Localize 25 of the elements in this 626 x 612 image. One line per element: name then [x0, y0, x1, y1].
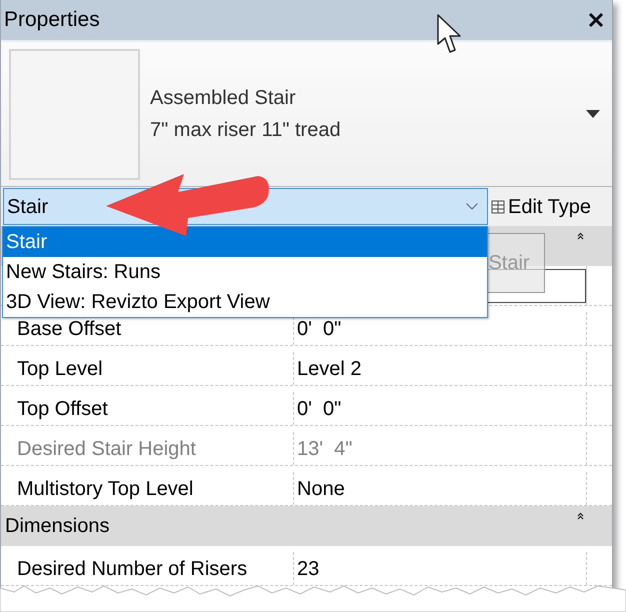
group-title: Dimensions: [5, 514, 110, 539]
property-label: Top Offset: [17, 396, 108, 422]
group-header[interactable]: Dimensions: [1, 506, 612, 546]
property-value: 13' 4": [297, 436, 352, 462]
property-value[interactable]: 23: [297, 554, 320, 584]
collapse-icon[interactable]: [577, 512, 584, 520]
table-icon: [491, 200, 505, 214]
type-description: 7" max riser 11" tread: [150, 118, 342, 143]
close-icon[interactable]: [588, 12, 604, 28]
panel-title: Properties: [4, 7, 100, 34]
property-label: Desired Stair Height: [17, 436, 196, 462]
property-value[interactable]: 0' 0": [297, 394, 342, 424]
dropdown-option[interactable]: Stair: [3, 227, 487, 257]
property-label: Multistory Top Level: [17, 476, 194, 502]
collapse-icon[interactable]: [577, 232, 584, 240]
edit-type-button[interactable]: Edit Type: [491, 192, 592, 222]
property-label: Top Level: [17, 356, 103, 382]
chevron-icon: [466, 203, 478, 210]
property-label: Desired Number of Risers: [17, 556, 248, 582]
property-value[interactable]: Level 2: [297, 354, 362, 384]
property-value[interactable]: None: [297, 474, 345, 504]
type-selector[interactable]: Assembled Stair 7" max riser 11" tread: [1, 42, 612, 187]
dropdown-icon[interactable]: [586, 110, 600, 118]
property-label: Base Offset: [17, 316, 122, 342]
type-name: Assembled Stair: [150, 86, 297, 111]
